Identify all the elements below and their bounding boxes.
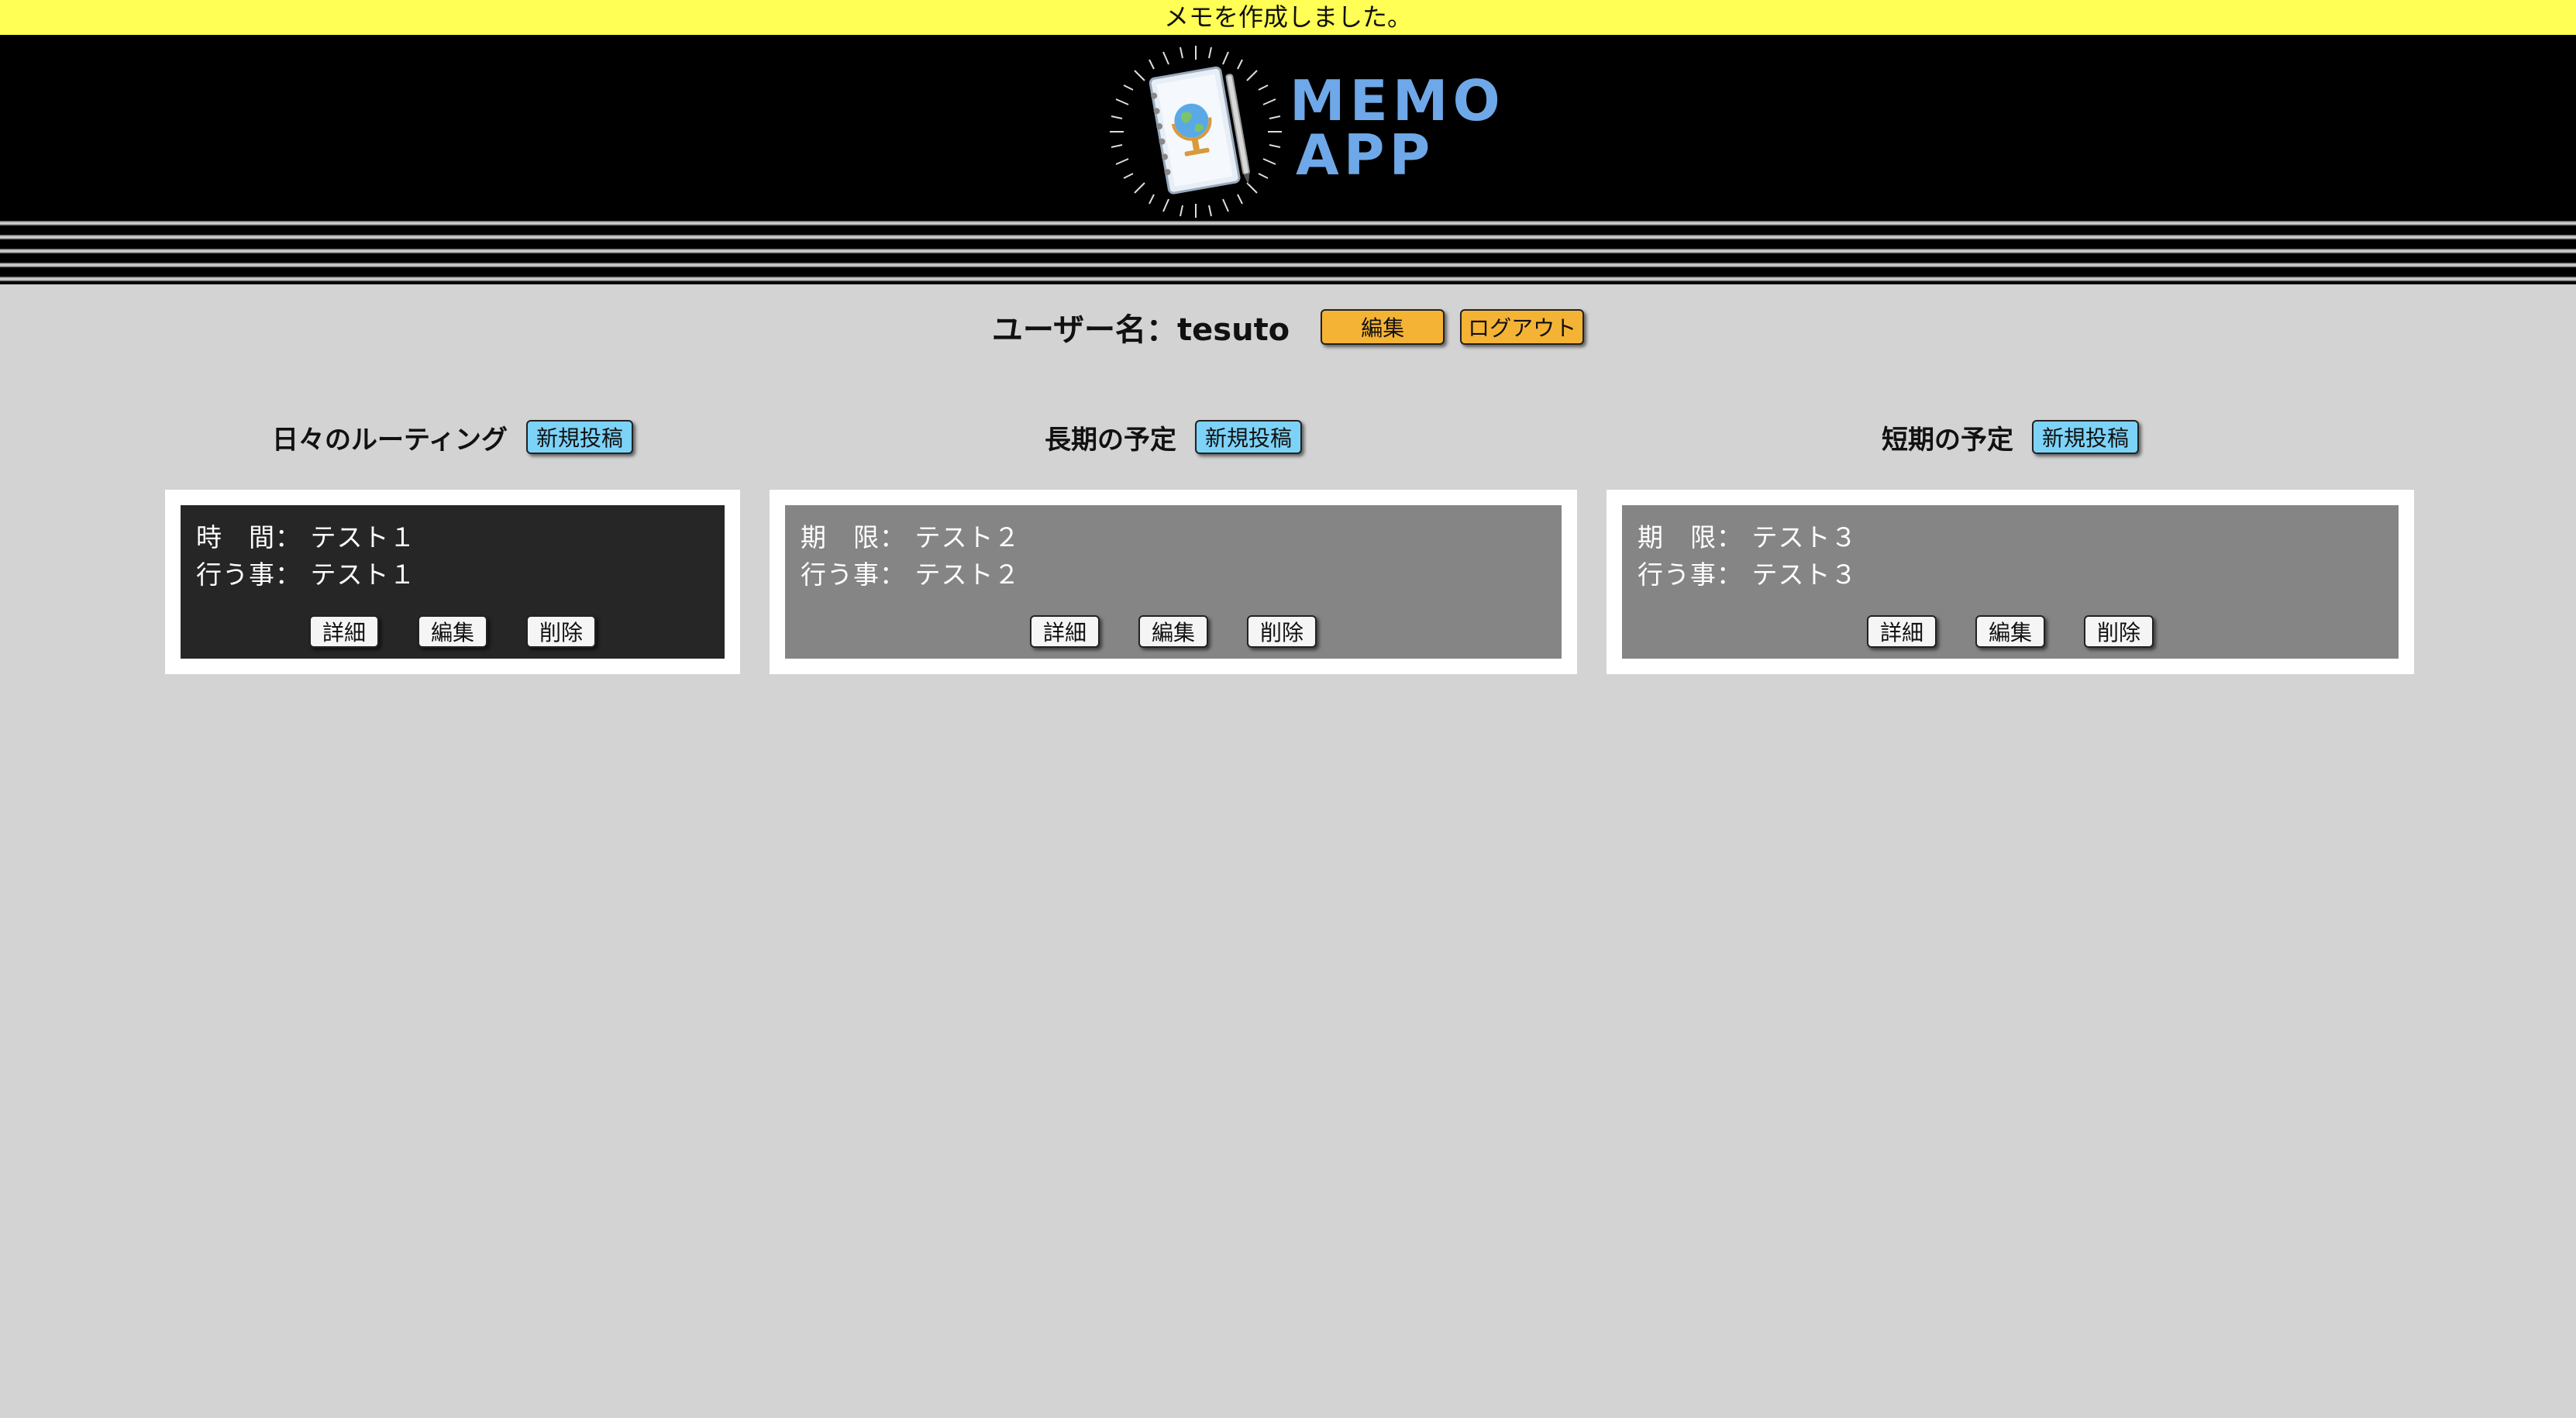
memo-field-task: 行う事： テスト３	[1638, 556, 2383, 594]
edit-button[interactable]: 編集	[1975, 615, 2045, 648]
field-value: テスト３	[1751, 522, 1858, 552]
detail-button[interactable]: 詳細	[1867, 615, 1937, 648]
header-stripe	[0, 221, 2576, 225]
field-label: 期 限：	[801, 522, 906, 552]
column-header: 日々のルーティング 新規投稿	[165, 415, 740, 459]
memo-field-time: 時 間： テスト１	[196, 519, 709, 556]
logo-text-memo: MEMO	[1290, 68, 1505, 133]
logo-text-app: APP	[1296, 122, 1435, 188]
delete-button[interactable]: 削除	[1247, 615, 1317, 648]
logout-button[interactable]: ログアウト	[1460, 309, 1585, 345]
user-edit-button[interactable]: 編集	[1321, 309, 1445, 345]
username-label: ユーザー名：tesuto	[991, 312, 1290, 348]
field-label: 行う事：	[196, 559, 301, 590]
detail-button[interactable]: 詳細	[1030, 615, 1100, 648]
new-post-button[interactable]: 新規投稿	[525, 420, 633, 454]
column-title: 短期の予定	[1882, 424, 2013, 456]
memo-panel: 期 限： テスト２ 行う事： テスト２ 詳細 編集 削除	[770, 490, 1577, 674]
memo-card: 期 限： テスト３ 行う事： テスト３ 詳細 編集 削除	[1622, 505, 2399, 659]
column-daily-routine: 日々のルーティング 新規投稿 時 間： テスト１ 行う事： テスト１ 詳細 編集…	[165, 415, 740, 674]
field-value: テスト２	[914, 559, 1021, 590]
memo-panel: 時 間： テスト１ 行う事： テスト１ 詳細 編集 削除	[165, 490, 740, 674]
flash-message: メモを作成しました。	[0, 0, 2576, 35]
column-header: 短期の予定 新規投稿	[1607, 415, 2414, 459]
header-stripe	[0, 263, 2576, 267]
memo-field-task: 行う事： テスト２	[801, 556, 1546, 594]
logo-text: MEMO APP	[1290, 68, 1505, 188]
header-stripe	[0, 277, 2576, 281]
memo-panel: 期 限： テスト３ 行う事： テスト３ 詳細 編集 削除	[1607, 490, 2414, 674]
memo-actions: 詳細 編集 削除	[196, 615, 709, 648]
column-title: 日々のルーティング	[272, 424, 508, 456]
column-long-term: 長期の予定 新規投稿 期 限： テスト２ 行う事： テスト２ 詳細 編集 削除	[770, 415, 1577, 674]
edit-button[interactable]: 編集	[1138, 615, 1208, 648]
new-post-button[interactable]: 新規投稿	[1195, 420, 1302, 454]
memo-actions: 詳細 編集 削除	[1638, 615, 2383, 648]
memo-card: 時 間： テスト１ 行う事： テスト１ 詳細 編集 削除	[181, 505, 725, 659]
column-title: 長期の予定	[1045, 424, 1176, 456]
notebook-globe-icon	[1110, 46, 1282, 218]
field-label: 行う事：	[801, 559, 906, 590]
field-value: テスト１	[310, 522, 416, 552]
new-post-button[interactable]: 新規投稿	[2032, 420, 2139, 454]
header: MEMO APP	[0, 35, 2576, 284]
delete-button[interactable]: 削除	[2084, 615, 2154, 648]
delete-button[interactable]: 削除	[526, 615, 596, 648]
column-short-term: 短期の予定 新規投稿 期 限： テスト３ 行う事： テスト３ 詳細 編集 削除	[1607, 415, 2414, 674]
memo-actions: 詳細 編集 削除	[801, 615, 1546, 648]
header-stripe	[0, 249, 2576, 253]
memo-field-deadline: 期 限： テスト２	[801, 519, 1546, 556]
detail-button[interactable]: 詳細	[309, 615, 379, 648]
field-value: テスト３	[1751, 559, 1858, 590]
field-label: 時 間：	[196, 522, 301, 552]
user-bar: ユーザー名：tesuto 編集 ログアウト	[0, 302, 2576, 352]
memo-field-deadline: 期 限： テスト３	[1638, 519, 2383, 556]
memo-card: 期 限： テスト２ 行う事： テスト２ 詳細 編集 削除	[785, 505, 1562, 659]
field-label: 期 限：	[1638, 522, 1743, 552]
field-value: テスト２	[914, 522, 1021, 552]
memo-field-task: 行う事： テスト１	[196, 556, 709, 594]
edit-button[interactable]: 編集	[418, 615, 487, 648]
field-value: テスト１	[310, 559, 416, 590]
header-stripe	[0, 235, 2576, 239]
app-logo[interactable]: MEMO APP	[1107, 43, 1500, 221]
column-header: 長期の予定 新規投稿	[770, 415, 1577, 459]
field-label: 行う事：	[1638, 559, 1743, 590]
